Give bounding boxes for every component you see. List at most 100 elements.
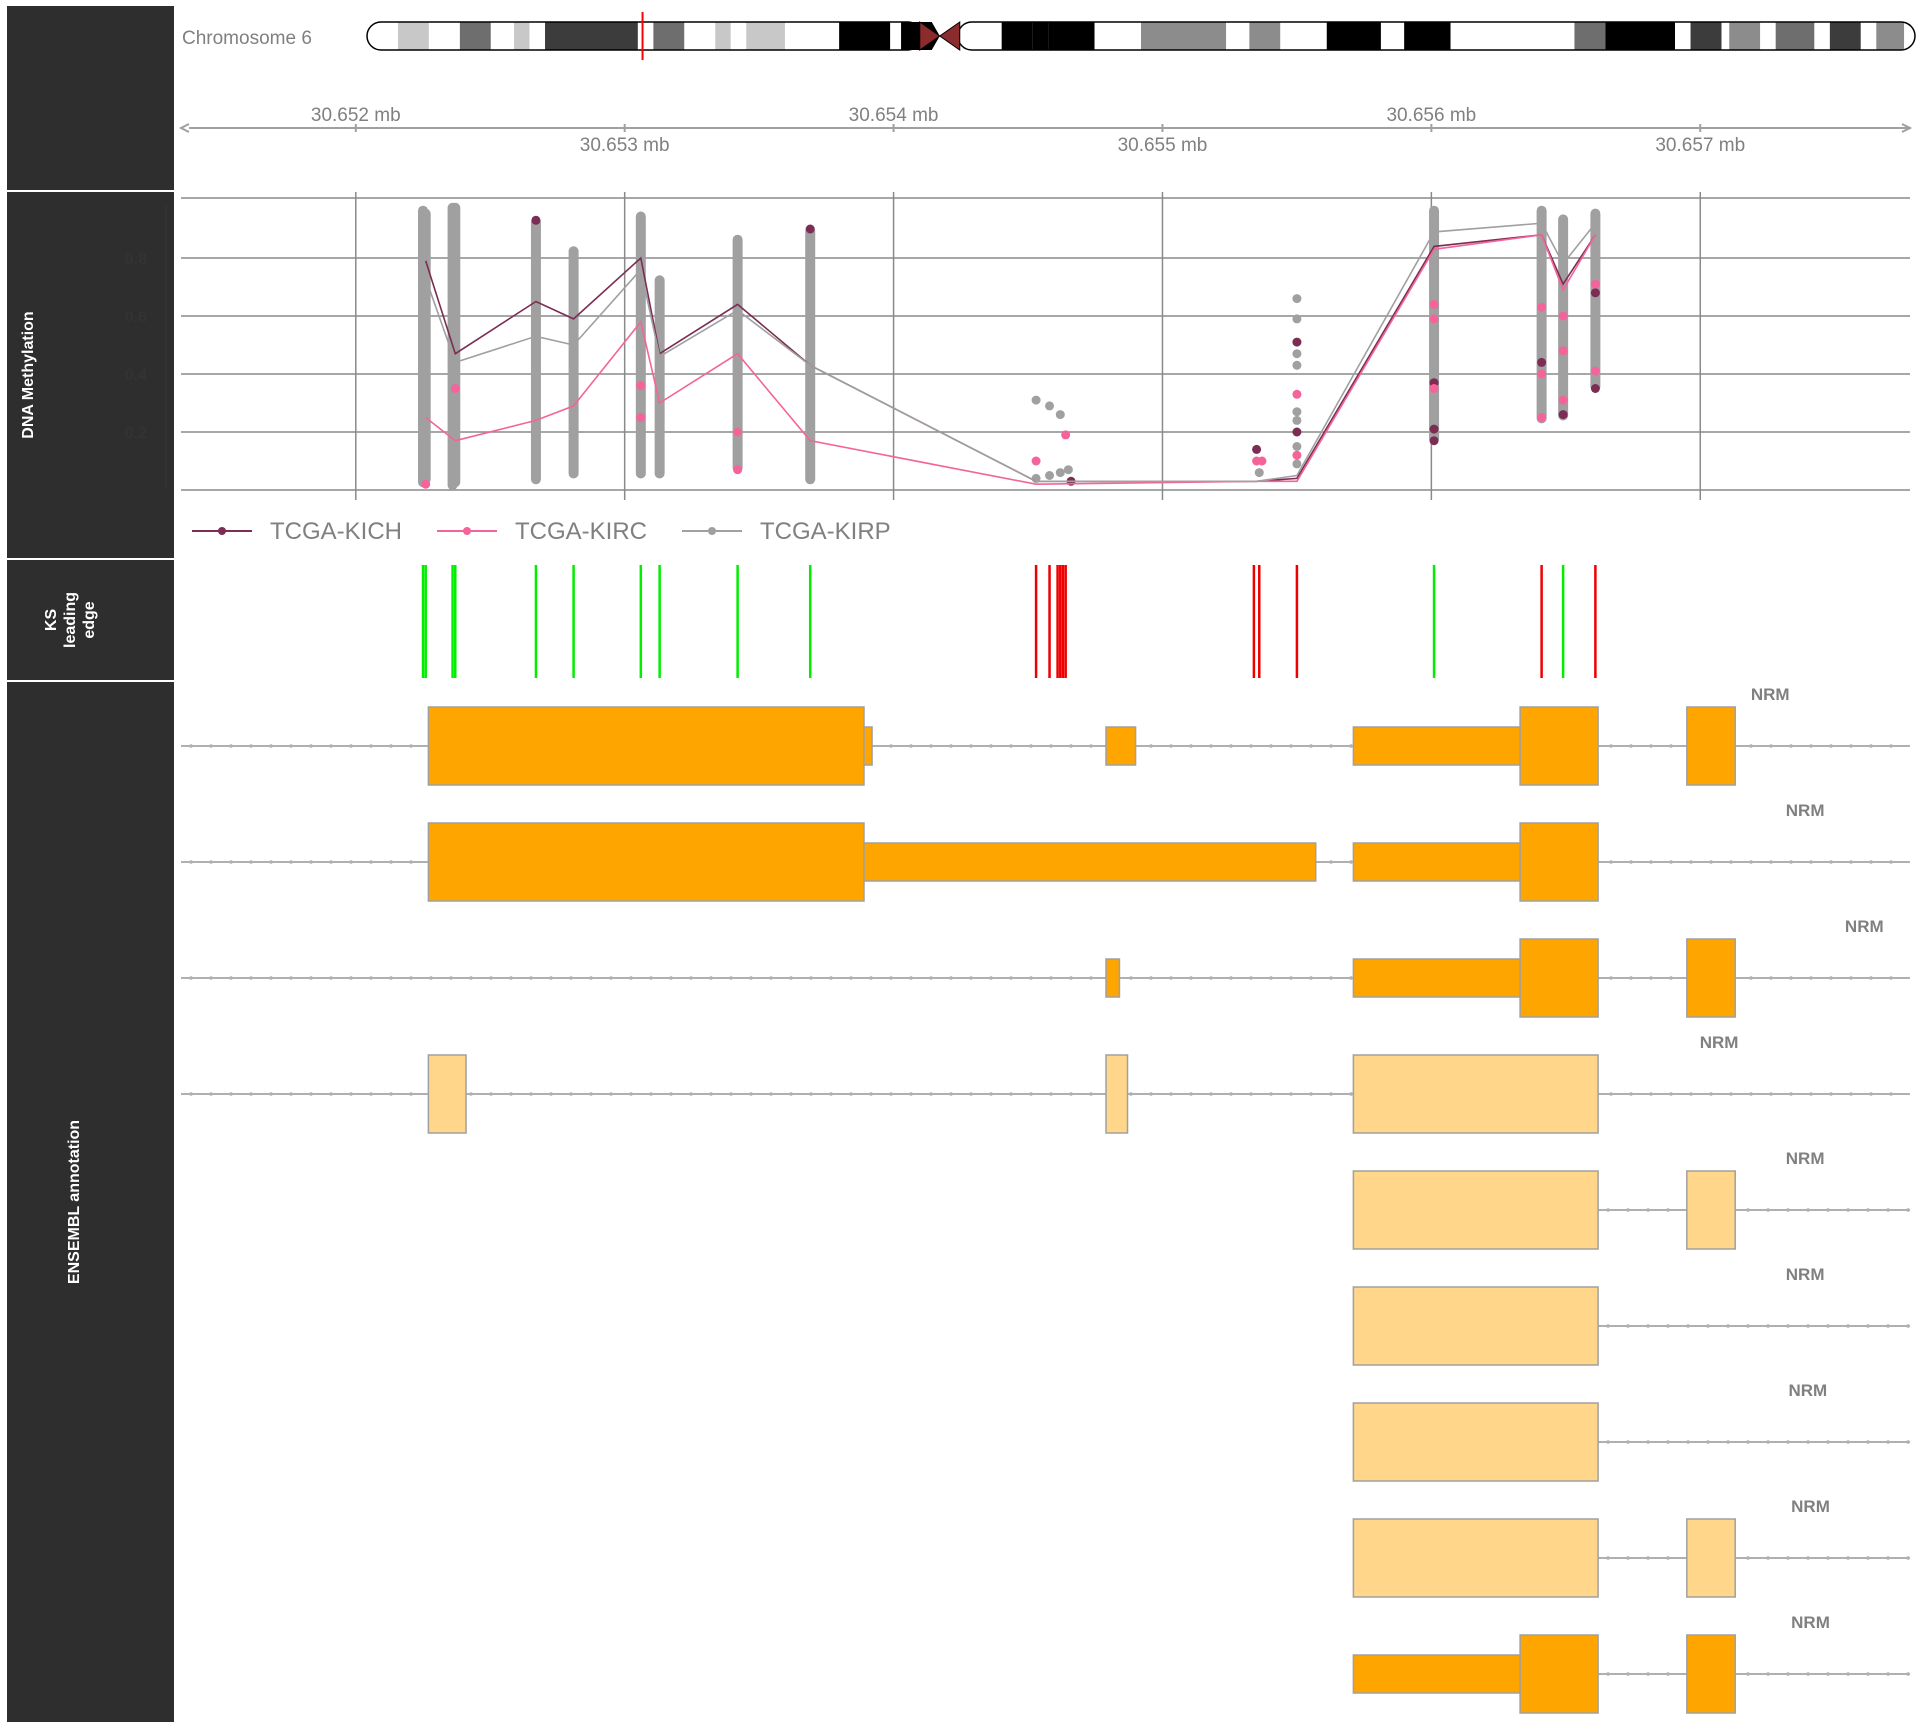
strand-marker <box>809 976 813 980</box>
data-point <box>1558 410 1568 420</box>
strand-marker <box>1169 1092 1173 1096</box>
strand-marker <box>1889 1092 1893 1096</box>
strand-marker <box>209 860 213 864</box>
strand-marker <box>1649 1092 1653 1096</box>
strand-marker <box>869 1092 873 1096</box>
ideogram-band <box>545 22 638 50</box>
strand-marker <box>1846 1208 1850 1212</box>
data-point <box>1558 346 1568 356</box>
strand-marker <box>1866 1324 1870 1328</box>
strand-marker <box>469 976 473 980</box>
point-column <box>635 211 646 479</box>
strand-marker <box>1906 1672 1910 1676</box>
strand-marker <box>789 1092 793 1096</box>
strand-marker <box>1886 1324 1890 1328</box>
strand-marker <box>1829 976 1833 980</box>
strand-marker <box>1289 976 1293 980</box>
strand-marker <box>1786 1440 1790 1444</box>
data-point <box>450 384 460 393</box>
strand-marker <box>1149 976 1153 980</box>
strand-marker <box>1069 976 1073 980</box>
strand-marker <box>1689 1092 1693 1096</box>
data-point <box>1590 384 1600 393</box>
strand-marker <box>769 976 773 980</box>
coding-exon <box>1686 1634 1736 1714</box>
strand-marker <box>1886 1208 1890 1212</box>
noncoding-exon <box>1352 1286 1599 1366</box>
strand-marker <box>1249 976 1253 980</box>
strand-marker <box>409 1092 413 1096</box>
ks-label-line-2: leading <box>62 592 79 648</box>
strand-marker <box>229 860 233 864</box>
strand-marker <box>1626 1324 1630 1328</box>
data-point <box>1292 427 1302 437</box>
coding-exon <box>1519 938 1599 1018</box>
strand-marker <box>1626 1672 1630 1676</box>
strand-marker <box>1829 1092 1833 1096</box>
ideogram-band <box>1574 22 1606 50</box>
strand-marker <box>1606 1440 1610 1444</box>
strand-marker <box>1869 744 1873 748</box>
strand-marker <box>389 976 393 980</box>
noncoding-exon <box>1352 1518 1599 1598</box>
strand-marker <box>1829 860 1833 864</box>
strand-marker <box>349 860 353 864</box>
annotation-panel-label: ENSEMBL annotation <box>66 1120 83 1284</box>
strand-marker <box>1629 1092 1633 1096</box>
point-column <box>568 246 579 479</box>
strand-marker <box>1089 744 1093 748</box>
strand-marker <box>1649 976 1653 980</box>
gene-label: NRM <box>1700 1033 1739 1052</box>
ks-label-line-3: edge <box>81 601 98 638</box>
strand-marker <box>389 744 393 748</box>
strand-marker <box>1866 1556 1870 1560</box>
gene-label: NRM <box>1751 685 1790 704</box>
strand-marker <box>1009 976 1013 980</box>
strand-marker <box>689 1092 693 1096</box>
strand-marker <box>1646 1208 1650 1212</box>
strand-marker <box>209 976 213 980</box>
strand-marker <box>1886 1556 1890 1560</box>
strand-marker <box>329 744 333 748</box>
strand-marker <box>1749 976 1753 980</box>
axis-tick-label: 30.652 mb <box>311 105 401 126</box>
strand-marker <box>1709 860 1713 864</box>
strand-marker <box>369 1092 373 1096</box>
data-point <box>1055 410 1065 420</box>
ideogram-band <box>397 22 429 50</box>
strand-marker <box>1626 1440 1630 1444</box>
strand-marker <box>389 1092 393 1096</box>
strand-marker <box>1329 860 1333 864</box>
strand-marker <box>969 976 973 980</box>
point-column <box>654 275 665 479</box>
strand-marker <box>1806 1208 1810 1212</box>
strand-marker <box>1846 1440 1850 1444</box>
strand-marker <box>1906 1324 1910 1328</box>
strand-marker <box>1029 1092 1033 1096</box>
strand-marker <box>1049 976 1053 980</box>
legend-label: TCGA-KICH <box>270 518 402 545</box>
strand-marker <box>1766 1672 1770 1676</box>
strand-marker <box>1009 744 1013 748</box>
noncoding-exon <box>1105 1054 1129 1134</box>
strand-marker <box>1749 744 1753 748</box>
strand-marker <box>1846 1556 1850 1560</box>
strand-marker <box>989 976 993 980</box>
strand-marker <box>1769 860 1773 864</box>
strand-marker <box>409 976 413 980</box>
ks-label-line-1: KS <box>43 609 60 632</box>
data-point <box>1045 471 1055 480</box>
strand-marker <box>1849 976 1853 980</box>
strand-marker <box>1706 1324 1710 1328</box>
strand-marker <box>1289 744 1293 748</box>
data-point <box>1252 444 1262 454</box>
y-tick-label: 0.6 <box>125 309 147 326</box>
data-point <box>1061 430 1071 440</box>
ideogram-band <box>1141 22 1227 50</box>
strand-marker <box>409 860 413 864</box>
data-point <box>1292 389 1302 399</box>
strand-marker <box>1746 1672 1750 1676</box>
strand-marker <box>1646 1324 1650 1328</box>
strand-marker <box>1869 1092 1873 1096</box>
strand-marker <box>1666 1556 1670 1560</box>
